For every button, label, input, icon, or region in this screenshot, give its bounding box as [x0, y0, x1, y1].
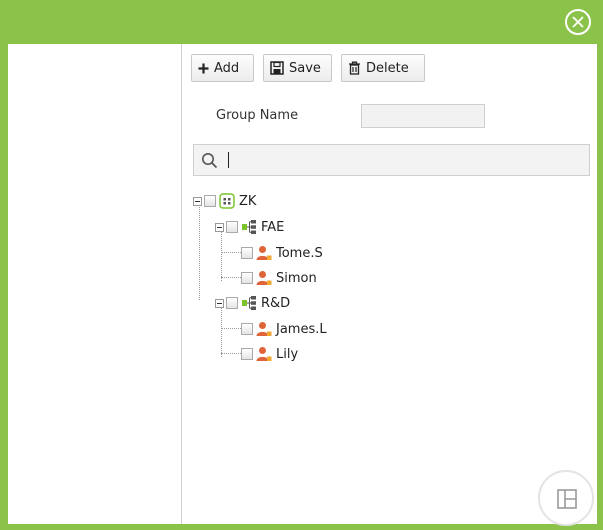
node-checkbox[interactable]	[241, 323, 253, 335]
save-label: Save	[289, 60, 321, 76]
add-button[interactable]: Add	[191, 54, 254, 82]
node-checkbox[interactable]	[241, 348, 253, 360]
user-icon	[256, 322, 272, 336]
tree-node-user[interactable]: Simon	[241, 268, 317, 288]
node-checkbox[interactable]	[241, 247, 253, 259]
user-icon	[256, 347, 272, 361]
node-label: FAE	[261, 219, 285, 235]
tree-connector	[199, 200, 200, 300]
dialog-titlebar	[0, 0, 603, 44]
tree-connector	[221, 353, 241, 354]
group-dialog: Add Save Delete Group Name ZK FAE Tome.S…	[0, 0, 603, 530]
left-pane	[8, 44, 182, 524]
dialog-body: Add Save Delete Group Name ZK FAE Tome.S…	[8, 44, 597, 524]
node-label: Tome.S	[276, 245, 323, 261]
tree-connector	[221, 277, 241, 278]
tree-node-user[interactable]: Tome.S	[241, 243, 323, 263]
tree-node-root[interactable]: ZK	[193, 191, 256, 211]
node-label: Simon	[276, 270, 317, 286]
group-name-input[interactable]	[361, 104, 485, 128]
add-label: Add	[214, 60, 240, 76]
tree-node-user[interactable]: James.L	[241, 319, 327, 339]
node-label: ZK	[239, 193, 257, 209]
search-input[interactable]	[193, 144, 590, 176]
save-icon	[270, 61, 284, 75]
layout-toggle-button[interactable]	[538, 470, 594, 526]
text-cursor	[228, 152, 229, 168]
dept-icon	[242, 220, 256, 234]
tree-node-user[interactable]: Lily	[241, 344, 298, 364]
layout-icon	[557, 489, 577, 509]
node-label: James.L	[276, 321, 327, 337]
trash-icon	[349, 61, 360, 75]
collapse-toggle[interactable]	[193, 196, 202, 206]
tree-connector	[221, 328, 241, 329]
node-checkbox[interactable]	[226, 221, 238, 233]
user-icon	[256, 271, 272, 285]
node-checkbox[interactable]	[241, 272, 253, 284]
group-name-label: Group Name	[216, 108, 299, 123]
search-icon	[202, 153, 218, 169]
tree-node-group[interactable]: FAE	[215, 217, 284, 237]
node-checkbox[interactable]	[226, 297, 238, 309]
group-name-row: Group Name	[183, 104, 597, 130]
tree-node-group[interactable]: R&D	[215, 293, 290, 313]
org-tree: ZK FAE Tome.S Simon R&D James.L Lily	[183, 188, 597, 488]
dept-icon	[242, 296, 256, 310]
collapse-toggle[interactable]	[215, 222, 224, 232]
org-icon	[219, 193, 235, 209]
collapse-toggle[interactable]	[215, 298, 224, 308]
right-pane: Add Save Delete Group Name ZK FAE Tome.S…	[183, 44, 597, 524]
close-icon	[572, 16, 584, 28]
save-button[interactable]: Save	[263, 54, 332, 82]
close-button[interactable]	[565, 9, 591, 35]
delete-button[interactable]: Delete	[341, 54, 425, 82]
tree-connector	[221, 252, 241, 253]
user-icon	[256, 246, 272, 260]
node-checkbox[interactable]	[204, 195, 216, 207]
plus-icon	[198, 63, 209, 73]
node-label: R&D	[261, 295, 291, 311]
node-label: Lily	[276, 346, 299, 362]
delete-label: Delete	[366, 60, 409, 76]
